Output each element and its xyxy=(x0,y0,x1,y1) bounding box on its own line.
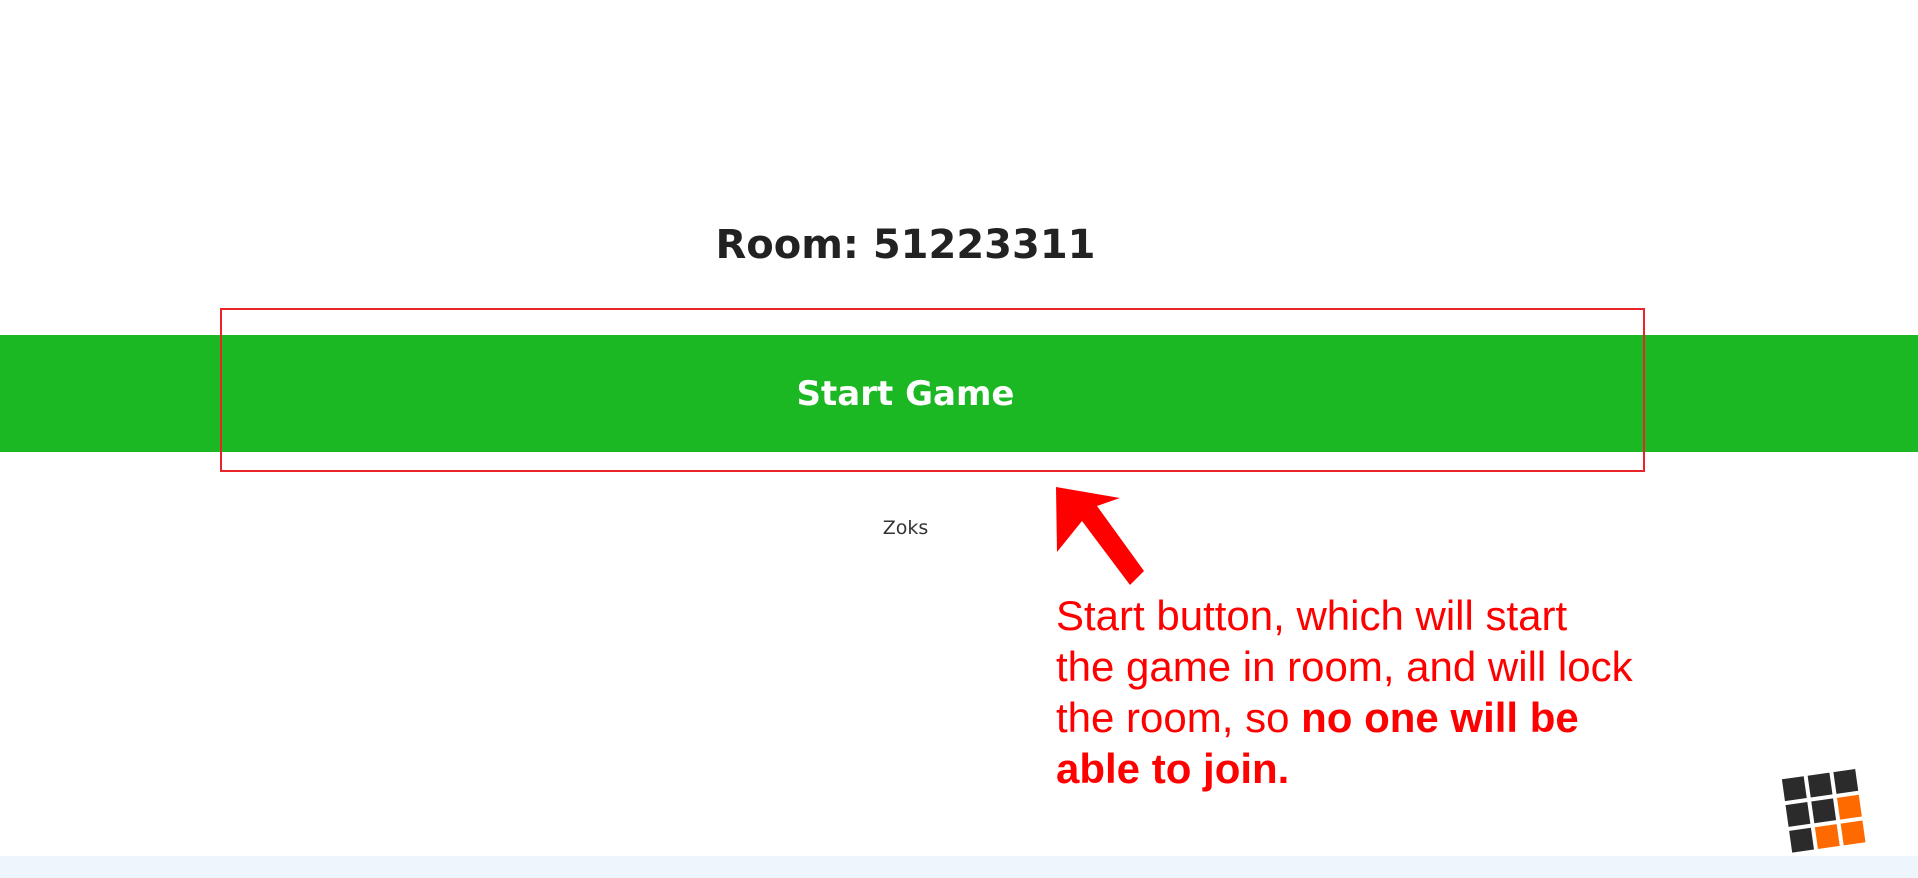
logo-icon xyxy=(1782,769,1866,853)
player-name: Zoks xyxy=(882,517,929,539)
room-title: Room: 51223311 xyxy=(715,222,1096,268)
annotation-highlight-box xyxy=(220,308,1645,472)
footer-bar xyxy=(0,856,1918,878)
annotation-text: Start button, which will start the game … xyxy=(1056,590,1636,794)
